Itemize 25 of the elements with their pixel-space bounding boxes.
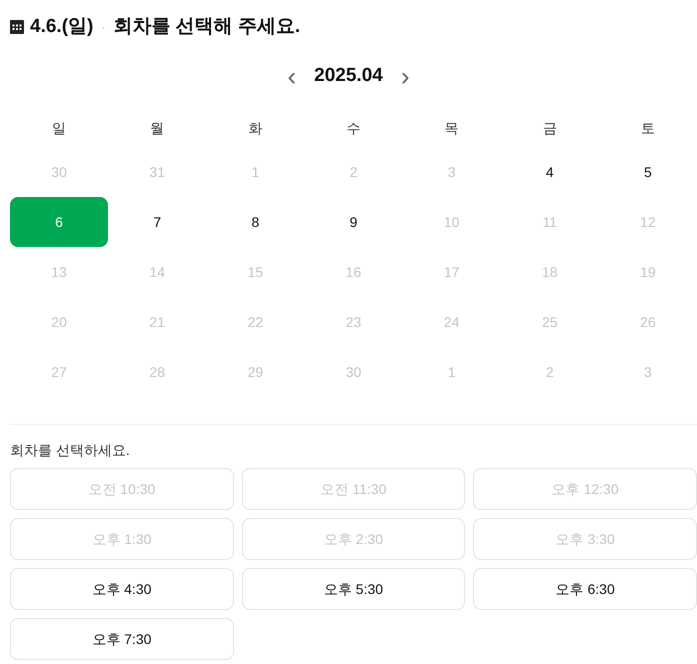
session-button[interactable]: 오후 5:30 (242, 568, 466, 610)
session-button[interactable]: 오후 4:30 (10, 568, 234, 610)
calendar-day[interactable]: 8 (206, 197, 304, 247)
session-button[interactable]: 오후 6:30 (473, 568, 697, 610)
weekday-label: 목 (444, 118, 459, 138)
previous-month-button[interactable]: ‹ (283, 63, 300, 89)
session-button[interactable]: 오후 7:30 (10, 618, 234, 660)
weekday-label: 월 (150, 118, 164, 138)
weekday-label: 토 (640, 118, 655, 138)
weekday-label: 금 (542, 118, 557, 138)
calendar-day[interactable]: 9 (304, 197, 403, 247)
calendar-day[interactable]: 7 (108, 197, 206, 247)
weekday-label: 일 (52, 118, 66, 138)
session-label: 회차를 선택하세요. (10, 442, 130, 458)
calendar-icon (10, 20, 24, 34)
month-title: 2025.04 (314, 64, 383, 88)
calendar-day[interactable]: 4 (500, 147, 599, 197)
calendar-day[interactable]: 6 (10, 197, 108, 247)
weekday-label: 화 (248, 118, 262, 138)
separator-dot: · (101, 19, 106, 36)
page-title: 회차를 선택해 주세요. (113, 14, 300, 39)
selected-date: 4.6.(일) (30, 14, 94, 39)
next-month-button[interactable]: › (396, 63, 414, 89)
calendar-day[interactable]: 5 (598, 147, 697, 197)
weekday-label: 수 (346, 118, 360, 138)
